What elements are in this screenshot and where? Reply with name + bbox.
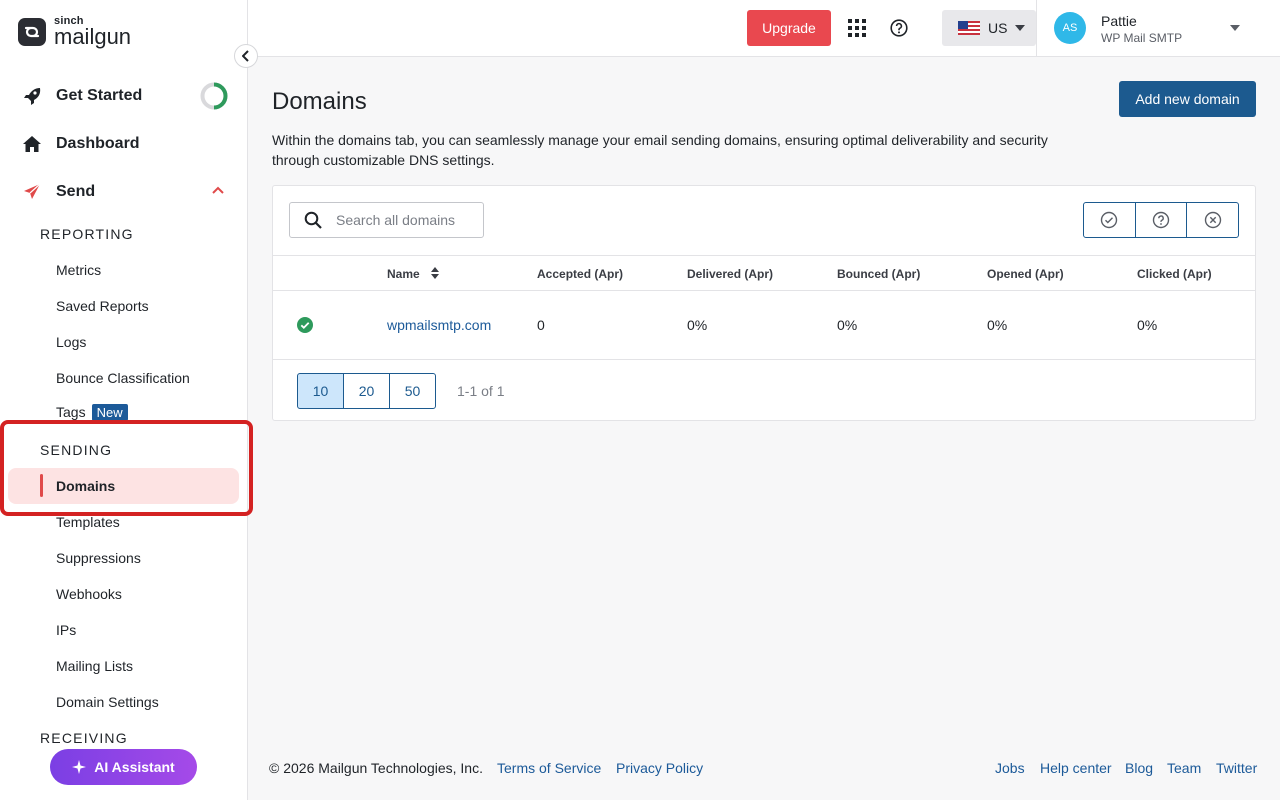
footer-copyright: © 2026 Mailgun Technologies, Inc. (269, 760, 483, 776)
nav-get-started[interactable]: Get Started (0, 76, 248, 116)
table-header: Name Accepted (Apr) Delivered (Apr) Boun… (273, 255, 1255, 291)
ai-assistant-button[interactable]: AI Assistant (50, 749, 197, 785)
section-sending: SENDING (40, 442, 113, 458)
nav-tags-label: Tags (56, 404, 86, 420)
check-circle-icon (1101, 211, 1118, 229)
logo-text: mailgun (54, 24, 132, 49)
search-icon (304, 211, 322, 229)
us-flag-icon (958, 21, 980, 35)
cell-bounced: 0% (837, 317, 858, 333)
nav-mailing-lists[interactable]: Mailing Lists (56, 658, 133, 674)
footer-help-center-link[interactable]: Help center (1040, 760, 1112, 776)
footer-team-link[interactable]: Team (1167, 760, 1201, 776)
nav-saved-reports[interactable]: Saved Reports (56, 298, 149, 314)
top-bar: Upgrade US AS Pattie WP Mail SMTP (248, 0, 1280, 57)
nav-metrics[interactable]: Metrics (56, 262, 101, 278)
account-menu[interactable]: AS Pattie WP Mail SMTP (1036, 0, 1280, 57)
apps-grid-icon[interactable] (848, 19, 866, 37)
upgrade-button[interactable]: Upgrade (747, 10, 831, 46)
sort-icon (431, 267, 440, 279)
column-accepted: Accepted (Apr) (537, 267, 624, 281)
collapse-sidebar-button[interactable] (234, 44, 258, 68)
footer-blog-link[interactable]: Blog (1125, 760, 1153, 776)
status-filter-group (1083, 202, 1239, 238)
help-icon[interactable] (890, 19, 908, 37)
account-name: Pattie (1101, 13, 1137, 29)
filter-disabled-button[interactable] (1187, 203, 1238, 237)
domains-card: Name Accepted (Apr) Delivered (Apr) Boun… (272, 185, 1256, 421)
caret-down-icon (1015, 25, 1026, 31)
page-size-50-button[interactable]: 50 (389, 373, 436, 409)
nav-suppressions[interactable]: Suppressions (56, 550, 141, 566)
pagination-count: 1-1 of 1 (457, 383, 505, 399)
add-new-domain-button[interactable]: Add new domain (1119, 81, 1256, 117)
question-circle-icon (1152, 211, 1170, 229)
nav-send-label: Send (56, 183, 96, 200)
column-clicked: Clicked (Apr) (1137, 267, 1212, 281)
section-reporting: REPORTING (40, 226, 134, 242)
nav-tags[interactable]: Tags New (56, 404, 128, 421)
nav-dashboard-label: Dashboard (56, 135, 140, 152)
column-name[interactable]: Name (387, 267, 440, 281)
new-badge: New (91, 404, 128, 421)
nav-domains[interactable]: Domains (56, 478, 115, 494)
footer-jobs-link[interactable]: Jobs (995, 760, 1025, 776)
search-input[interactable] (336, 212, 476, 228)
footer-privacy-link[interactable]: Privacy Policy (616, 760, 703, 776)
sparkle-icon (72, 760, 87, 774)
page-description: Within the domains tab, you can seamless… (272, 132, 1048, 168)
search-box[interactable] (289, 202, 484, 238)
filter-verified-button[interactable] (1084, 203, 1136, 237)
region-selector[interactable]: US (942, 10, 1036, 46)
cell-delivered: 0% (687, 317, 708, 333)
cell-clicked: 0% (1137, 317, 1158, 333)
avatar: AS (1054, 12, 1086, 44)
page-title: Domains (272, 88, 367, 115)
filter-unverified-button[interactable] (1136, 203, 1188, 237)
verified-check-icon (297, 317, 313, 333)
logo-icon (18, 18, 46, 46)
table-row: wpmailsmtp.com 0 0% 0% 0% 0% (273, 291, 1255, 360)
sidebar: sinch mailgun Get Started Dashboard Send… (0, 0, 248, 800)
active-indicator (40, 474, 43, 497)
rocket-icon (22, 86, 42, 106)
domain-link[interactable]: wpmailsmtp.com (387, 317, 491, 333)
page-size-selector: 10 20 50 (297, 373, 436, 409)
ai-assistant-label: AI Assistant (94, 759, 175, 775)
cell-opened: 0% (987, 317, 1008, 333)
region-label: US (988, 20, 1008, 36)
column-name-label: Name (387, 267, 420, 281)
nav-ips[interactable]: IPs (56, 622, 76, 638)
progress-ring-icon (200, 82, 228, 110)
nav-domain-settings[interactable]: Domain Settings (56, 694, 159, 710)
caret-down-icon (1230, 25, 1240, 31)
nav-templates[interactable]: Templates (56, 514, 120, 530)
send-icon (22, 182, 42, 202)
page-size-10-button[interactable]: 10 (297, 373, 344, 409)
x-circle-icon (1204, 211, 1221, 229)
home-icon (22, 134, 42, 154)
section-receiving: RECEIVING (40, 730, 128, 746)
chevron-left-icon (242, 50, 249, 62)
nav-bounce-classification[interactable]: Bounce Classification (56, 370, 190, 386)
nav-get-started-label: Get Started (56, 87, 143, 104)
nav-send[interactable]: Send (0, 172, 248, 212)
page-size-20-button[interactable]: 20 (343, 373, 390, 409)
column-opened: Opened (Apr) (987, 267, 1064, 281)
cell-accepted: 0 (537, 317, 545, 333)
nav-logs[interactable]: Logs (56, 334, 86, 350)
mailgun-logo[interactable]: sinch mailgun (18, 16, 131, 48)
column-bounced: Bounced (Apr) (837, 267, 921, 281)
footer-terms-link[interactable]: Terms of Service (497, 760, 601, 776)
footer-twitter-link[interactable]: Twitter (1216, 760, 1257, 776)
column-delivered: Delivered (Apr) (687, 267, 774, 281)
nav-webhooks[interactable]: Webhooks (56, 586, 122, 602)
nav-dashboard[interactable]: Dashboard (0, 124, 248, 164)
chevron-up-icon (212, 186, 224, 194)
account-org: WP Mail SMTP (1101, 31, 1183, 45)
